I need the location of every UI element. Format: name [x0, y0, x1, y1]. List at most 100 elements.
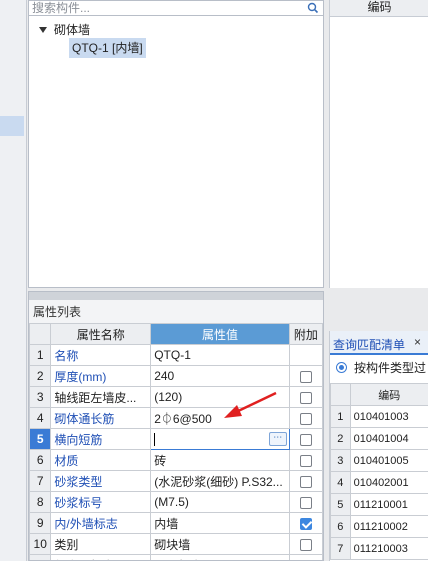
row-number: 2	[29, 365, 52, 387]
property-name: 起点顶标高(m)	[50, 554, 152, 560]
extra-header[interactable]: 附加	[288, 323, 323, 345]
table-row[interactable]: 8 砂浆标号 (M7.5)	[29, 491, 323, 513]
list-item[interactable]: 5 011210001	[330, 493, 428, 516]
property-name: 名称	[50, 344, 152, 366]
extra-cell[interactable]	[288, 386, 323, 408]
extra-cell[interactable]	[288, 512, 323, 534]
checkbox[interactable]	[299, 391, 312, 404]
close-icon[interactable]: ×	[414, 335, 421, 349]
bill-code[interactable]: 011210002	[349, 515, 428, 538]
collapse-triangle-icon[interactable]	[39, 27, 47, 33]
tree-node-label: QTQ-1 [内墙]	[72, 41, 143, 55]
row-number: 4	[330, 471, 351, 494]
property-name: 类别	[50, 533, 152, 555]
row-number: 2	[330, 427, 351, 450]
table-row[interactable]: 1 名称 QTQ-1	[29, 344, 323, 366]
bill-code[interactable]: 011210001	[349, 493, 428, 516]
panel-divider[interactable]	[29, 292, 323, 300]
checkbox-checked[interactable]	[299, 517, 312, 530]
property-value-editor[interactable]: ⋯	[150, 428, 290, 450]
bill-code[interactable]: 010401005	[349, 449, 428, 472]
property-value[interactable]: (M7.5)	[150, 491, 290, 513]
bill-code[interactable]: 011210003	[349, 537, 428, 560]
search-box	[29, 1, 323, 16]
extra-cell[interactable]	[288, 491, 323, 513]
property-value[interactable]: 层顶标高	[150, 554, 290, 560]
property-value[interactable]: 砌块墙	[150, 533, 290, 555]
code-list-area	[329, 17, 428, 288]
row-number-header	[29, 323, 52, 345]
bill-code[interactable]: 010401004	[349, 427, 428, 450]
extra-cell[interactable]	[288, 407, 323, 429]
property-value[interactable]: 240	[150, 365, 290, 387]
list-item[interactable]: 2 010401004	[330, 427, 428, 450]
radio-label: 按构件类型过	[354, 361, 427, 375]
search-input[interactable]	[29, 1, 292, 15]
red-arrow-annotation	[224, 391, 277, 418]
list-item[interactable]: 3 010401005	[330, 449, 428, 472]
radio-selected-icon[interactable]	[336, 362, 347, 373]
property-value[interactable]: QTQ-1	[150, 344, 290, 366]
row-number: 6	[29, 449, 52, 471]
property-table: 属性名称 属性值 附加 1 名称 QTQ-1 2 厚度(mm) 240 3 轴线距左墙皮...…	[29, 323, 323, 560]
extra-cell	[288, 344, 323, 366]
query-match-panel: 查询匹配清单 × 按构件类型过 编码 1 010401003 2 010401004 3…	[329, 331, 428, 561]
query-result-table: 编码 1 010401003 2 010401004 3 010401005 4 010402…	[330, 383, 428, 560]
checkbox[interactable]	[299, 433, 312, 446]
ellipsis-button[interactable]: ⋯	[268, 432, 287, 446]
property-value[interactable]: 砖	[150, 449, 290, 471]
property-value[interactable]: (水泥砂浆(细砂) P.S32...	[150, 470, 290, 492]
left-side-strip	[0, 0, 27, 561]
row-number: 8	[29, 491, 52, 513]
table-row[interactable]: 2 厚度(mm) 240	[29, 365, 323, 387]
bill-code[interactable]: 010402001	[349, 471, 428, 494]
table-row[interactable]: 5 横向短筋 ⋯	[29, 428, 323, 450]
bill-code[interactable]: 010401003	[349, 405, 428, 428]
row-number: 11	[29, 554, 52, 560]
row-number: 5	[29, 428, 52, 450]
property-name-header[interactable]: 属性名称	[50, 323, 152, 345]
search-icon[interactable]	[307, 1, 319, 15]
checkbox[interactable]	[299, 454, 312, 467]
property-value-header[interactable]: 属性值	[150, 323, 290, 345]
extra-cell[interactable]	[288, 428, 323, 450]
table-row[interactable]: 11起点顶标高(m)层顶标高	[29, 554, 323, 560]
property-list-panel: 属性列表 属性名称 属性值 附加 1 名称 QTQ-1 2 厚度(mm) 240 3 轴线距左…	[28, 291, 324, 561]
list-item[interactable]: 7 011210003	[330, 537, 428, 560]
table-row[interactable]: 9 内/外墙标志 内墙	[29, 512, 323, 534]
table-row[interactable]: 6 材质砖	[29, 449, 323, 471]
table-row[interactable]: 10 类别 砌块墙	[29, 533, 323, 555]
code-header[interactable]: 编码	[349, 383, 428, 406]
text-cursor	[154, 433, 156, 447]
property-name: 轴线距左墙皮...	[50, 386, 152, 408]
panel-title: 属性列表	[29, 300, 323, 324]
extra-cell[interactable]	[288, 470, 323, 492]
list-item[interactable]: 6 011210002	[330, 515, 428, 538]
row-number-header	[330, 383, 351, 406]
checkbox[interactable]	[299, 538, 312, 551]
row-number: 3	[29, 386, 52, 408]
extra-cell[interactable]	[288, 533, 323, 555]
extra-cell[interactable]	[288, 554, 323, 560]
list-item[interactable]: 4 010402001	[330, 471, 428, 494]
filter-by-type-option[interactable]: 按构件类型过	[330, 357, 428, 379]
row-number: 10	[29, 533, 52, 555]
left-side-tab[interactable]	[0, 116, 24, 136]
property-value[interactable]: 内墙	[150, 512, 290, 534]
property-name: 内/外墙标志	[50, 512, 152, 534]
property-name: 砂浆标号	[50, 491, 152, 513]
checkbox[interactable]	[299, 496, 312, 509]
tab-query-match-list[interactable]: 查询匹配清单 ×	[330, 331, 428, 355]
row-number: 7	[330, 537, 351, 560]
extra-cell[interactable]	[288, 449, 323, 471]
tree-node-masonry-wall[interactable]: 砌体墙	[39, 22, 90, 38]
checkbox[interactable]	[299, 412, 312, 425]
checkbox[interactable]	[299, 370, 312, 383]
extra-cell[interactable]	[288, 365, 323, 387]
tree-node-selected-component[interactable]: QTQ-1 [内墙]	[69, 38, 146, 58]
code-column-header[interactable]: 编码	[329, 0, 428, 17]
row-number: 5	[330, 493, 351, 516]
table-row[interactable]: 7 砂浆类型 (水泥砂浆(细砂) P.S32...	[29, 470, 323, 492]
checkbox[interactable]	[299, 475, 312, 488]
list-item[interactable]: 1 010401003	[330, 405, 428, 428]
